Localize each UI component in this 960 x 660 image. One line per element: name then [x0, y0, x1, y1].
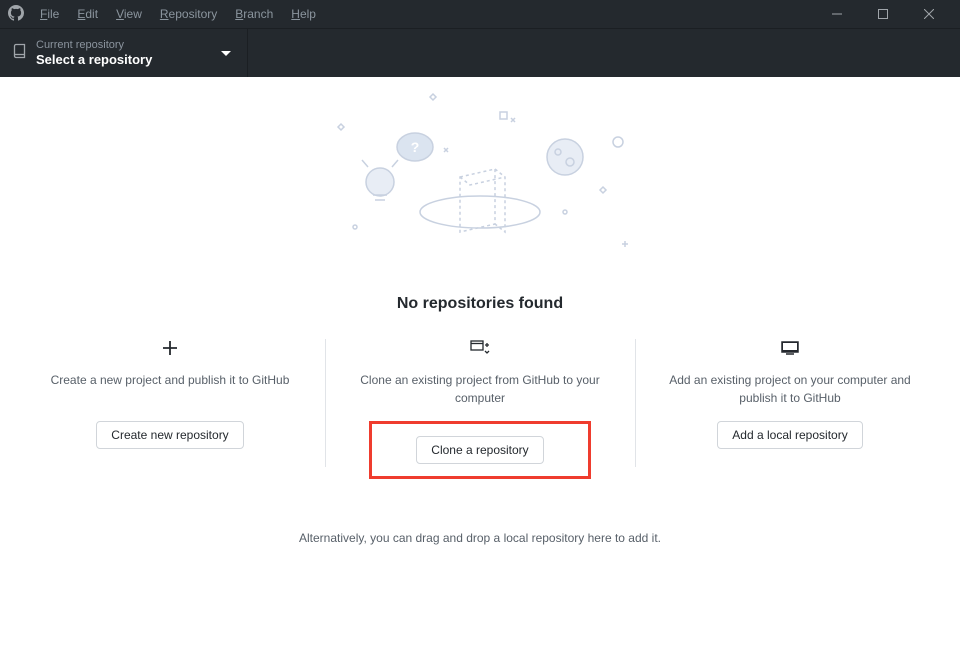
option-local-desc: Add an existing project on your computer…	[663, 371, 917, 407]
menu-file[interactable]: File	[40, 7, 59, 21]
alt-instruction: Alternatively, you can drag and drop a l…	[0, 531, 960, 545]
option-clone: Clone an existing project from GitHub to…	[325, 337, 635, 479]
option-clone-desc: Clone an existing project from GitHub to…	[353, 371, 607, 407]
empty-heading: No repositories found	[0, 295, 960, 313]
repo-selector[interactable]: Current repository Select a repository	[0, 29, 248, 77]
add-local-repo-button[interactable]: Add a local repository	[717, 421, 862, 449]
clone-repo-button[interactable]: Clone a repository	[416, 436, 543, 464]
option-local: Add an existing project on your computer…	[635, 337, 945, 479]
empty-state-illustration: ?	[0, 77, 960, 287]
toolbar: Current repository Select a repository	[0, 28, 960, 77]
desktop-icon	[663, 337, 917, 359]
plus-icon	[43, 337, 297, 359]
menu-help[interactable]: Help	[291, 7, 316, 21]
clone-icon	[353, 337, 607, 359]
window-controls	[814, 0, 952, 28]
close-button[interactable]	[906, 0, 952, 28]
maximize-button[interactable]	[860, 0, 906, 28]
menu-view[interactable]: View	[116, 7, 142, 21]
options-row: Create a new project and publish it to G…	[0, 337, 960, 479]
menu-edit[interactable]: Edit	[77, 7, 98, 21]
repo-selector-value: Select a repository	[36, 52, 152, 68]
create-repo-button[interactable]: Create new repository	[96, 421, 243, 449]
chevron-down-icon	[221, 44, 231, 62]
github-logo-icon	[8, 5, 24, 24]
option-create-desc: Create a new project and publish it to G…	[43, 371, 297, 407]
menu-repository[interactable]: Repository	[160, 7, 217, 21]
svg-text:?: ?	[411, 139, 420, 155]
title-bar: File Edit View Repository Branch Help	[0, 0, 960, 28]
option-create: Create a new project and publish it to G…	[15, 337, 325, 479]
menu-branch[interactable]: Branch	[235, 7, 273, 21]
repo-selector-label: Current repository	[36, 39, 152, 52]
main-content: ? No repositories found Create a new pro…	[0, 77, 960, 660]
repo-icon	[12, 43, 28, 64]
app-menu: File Edit View Repository Branch Help	[40, 7, 814, 21]
minimize-button[interactable]	[814, 0, 860, 28]
clone-highlight: Clone a repository	[369, 421, 590, 479]
